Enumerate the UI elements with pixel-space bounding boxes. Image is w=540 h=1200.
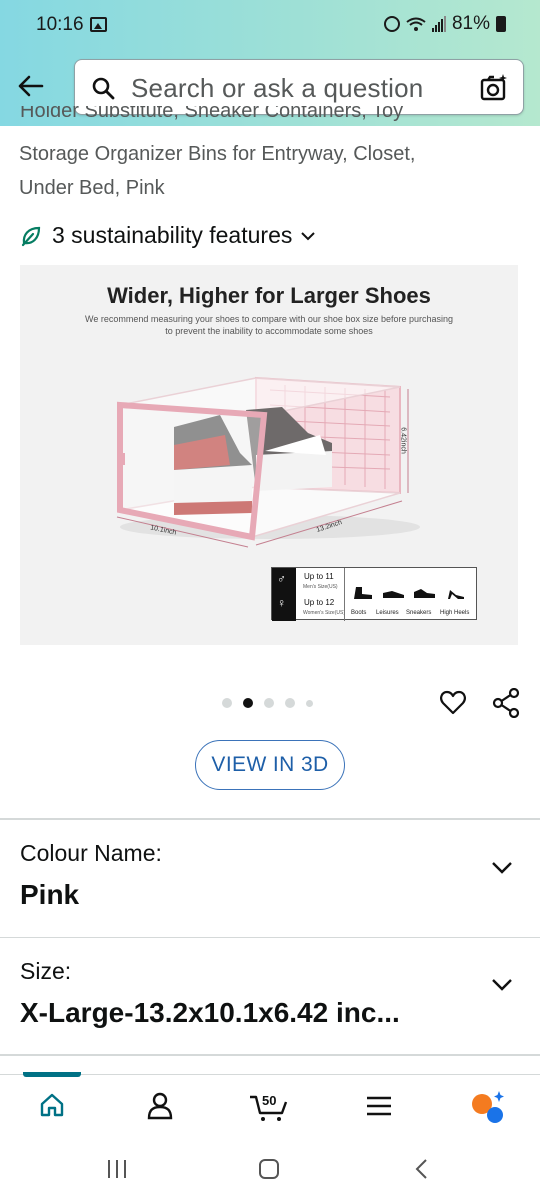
- recent-apps-icon[interactable]: [108, 1160, 126, 1178]
- womens-size: Up to 12: [304, 598, 335, 607]
- section-divider: [0, 818, 540, 820]
- womens-size-sub: Women's Size(US): [303, 610, 345, 616]
- leisure-shoe-icon: [383, 591, 404, 598]
- carousel-dot[interactable]: [222, 698, 232, 708]
- colour-label: Colour Name:: [20, 840, 162, 866]
- leaf-icon: [21, 226, 41, 246]
- status-bar: 10:16 81%: [0, 0, 540, 52]
- size-compatibility-card: ♂ ♀ Up to 11 Men's Size(US) Up to 12 Wom…: [271, 567, 477, 621]
- height-dimension-label: 6.42inch: [399, 427, 407, 454]
- chevron-down-icon[interactable]: [491, 861, 513, 875]
- size-value: X-Large-13.2x10.1x6.42 inc...: [20, 997, 400, 1028]
- product-title-line-3: Under Bed, Pink: [19, 177, 165, 199]
- image-carousel-dots: [222, 698, 313, 708]
- sneaker-icon: [414, 589, 435, 598]
- product-title-partial: Holder Substitute, Sneaker Containers, T…: [20, 106, 404, 122]
- view-in-3d-button[interactable]: VIEW IN 3D: [195, 740, 345, 790]
- category-sneakers: Sneakers: [406, 610, 432, 616]
- divider: [0, 937, 540, 938]
- account-icon[interactable]: [147, 1092, 173, 1120]
- signal-icon: [431, 16, 446, 32]
- rufus-ai-icon[interactable]: [470, 1090, 506, 1124]
- active-tab-indicator: [23, 1072, 81, 1077]
- share-icon[interactable]: [492, 688, 520, 718]
- gender-block: ♂ ♀: [272, 568, 296, 621]
- chevron-down-icon[interactable]: [491, 978, 513, 992]
- search-placeholder: Search or ask a question: [131, 73, 424, 103]
- search-icon: [92, 77, 115, 100]
- cart-count: 50: [262, 1093, 277, 1108]
- back-arrow-icon[interactable]: [16, 72, 44, 100]
- bottom-navigation: 50: [0, 1072, 540, 1138]
- system-navigation-bar: [0, 1138, 540, 1200]
- chevron-down-icon: [301, 231, 316, 240]
- home-icon[interactable]: [39, 1092, 65, 1118]
- male-symbol-icon: ♂: [277, 572, 286, 586]
- mens-size-sub: Men's Size(US): [303, 584, 338, 590]
- high-heel-icon: [448, 590, 464, 599]
- camera-search-icon[interactable]: [479, 73, 509, 103]
- carousel-dot-active[interactable]: [243, 698, 253, 708]
- mens-size: Up to 11: [304, 572, 334, 581]
- system-back-icon[interactable]: [414, 1159, 428, 1179]
- status-time: 10:16: [36, 14, 84, 35]
- system-home-icon[interactable]: [259, 1159, 279, 1179]
- battery-icon: [496, 16, 506, 32]
- size-label: Size:: [20, 958, 72, 984]
- female-symbol-icon: ♀: [277, 596, 286, 610]
- battery-percent: 81%: [451, 13, 490, 34]
- category-high-heels: High Heels: [440, 610, 470, 616]
- product-title-clipped: Holder Substitute, Sneaker Containers, T…: [20, 106, 520, 136]
- status-icons: 81%: [383, 13, 506, 35]
- colour-value: Pink: [20, 879, 80, 910]
- product-image[interactable]: Wider, Higher for Larger Shoes We recomm…: [20, 265, 518, 645]
- divider: [0, 1054, 540, 1056]
- menu-icon[interactable]: [366, 1095, 392, 1117]
- sustainability-features-link[interactable]: 3 sustainability features: [20, 222, 316, 249]
- sustainability-text: 3 sustainability features: [52, 222, 293, 248]
- wifi-icon: [406, 17, 426, 31]
- carousel-dot[interactable]: [306, 699, 313, 707]
- product-title-line-2: Storage Organizer Bins for Entryway, Clo…: [19, 143, 416, 165]
- carousel-dot[interactable]: [264, 698, 274, 708]
- carousel-dot[interactable]: [285, 698, 295, 708]
- alarm-icon: [383, 16, 400, 32]
- category-leisures: Leisures: [376, 610, 399, 616]
- heart-icon[interactable]: [439, 689, 467, 717]
- boot-icon: [354, 587, 372, 599]
- image-notification-icon: [90, 17, 107, 32]
- category-boots: Boots: [351, 610, 367, 616]
